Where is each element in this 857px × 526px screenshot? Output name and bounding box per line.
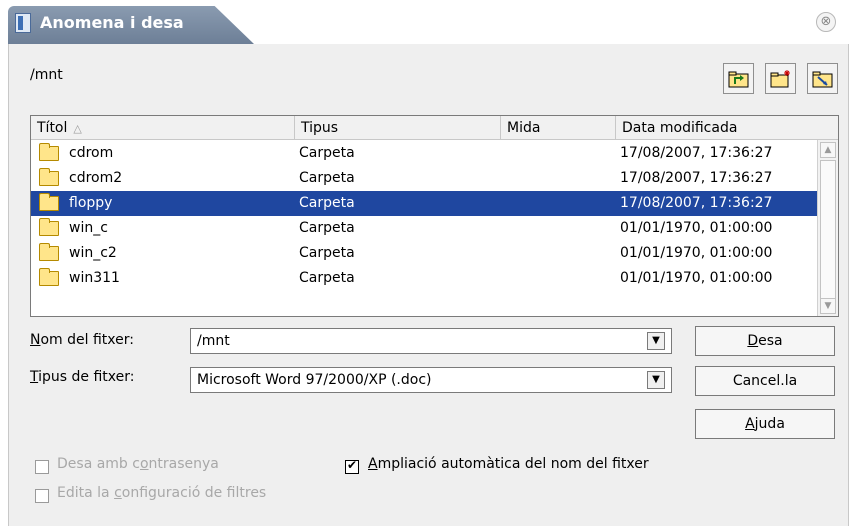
chevron-down-icon[interactable]: ▼ bbox=[647, 332, 665, 350]
filetype-label: Tipus de fitxer: bbox=[30, 369, 135, 385]
vertical-scrollbar[interactable]: ▲ ▼ bbox=[817, 140, 838, 316]
column-header-date[interactable]: Data modificada bbox=[616, 116, 838, 140]
filename-label: Nom del fitxer: bbox=[30, 332, 134, 348]
password-label: Desa amb contrasenya bbox=[57, 456, 219, 472]
table-row[interactable]: win_c Carpeta 01/01/1970, 01:00:00 bbox=[31, 216, 817, 241]
file-date: 01/01/1970, 01:00:00 bbox=[620, 245, 773, 261]
folder-up-icon bbox=[728, 71, 749, 88]
file-name: win_c2 bbox=[69, 245, 117, 261]
folder-icon bbox=[39, 143, 59, 161]
scroll-thumb[interactable] bbox=[820, 160, 836, 300]
help-button[interactable]: Ajuda bbox=[695, 409, 835, 439]
file-type: Carpeta bbox=[299, 245, 355, 261]
file-name: cdrom2 bbox=[69, 170, 123, 186]
folder-default-icon bbox=[812, 71, 833, 88]
file-name: win_c bbox=[69, 220, 108, 236]
folder-icon bbox=[39, 218, 59, 236]
filename-input[interactable]: /mnt bbox=[197, 333, 230, 349]
folder-icon bbox=[39, 243, 59, 261]
file-type: Carpeta bbox=[299, 195, 355, 211]
current-path: /mnt bbox=[30, 67, 63, 83]
file-date: 01/01/1970, 01:00:00 bbox=[620, 270, 773, 286]
auto-extension-checkbox[interactable] bbox=[345, 458, 359, 474]
list-header: Títol △ Tipus Mida Data modificada bbox=[31, 116, 838, 140]
file-date: 17/08/2007, 17:36:27 bbox=[620, 195, 773, 211]
filetype-value: Microsoft Word 97/2000/XP (.doc) bbox=[197, 372, 432, 388]
up-folder-button[interactable] bbox=[723, 63, 754, 94]
table-row[interactable]: cdrom Carpeta 17/08/2007, 17:36:27 bbox=[31, 141, 817, 166]
scroll-down-icon[interactable]: ▼ bbox=[820, 298, 836, 314]
file-date: 17/08/2007, 17:36:27 bbox=[620, 145, 773, 161]
folder-icon bbox=[39, 268, 59, 286]
file-type: Carpeta bbox=[299, 220, 355, 236]
file-list[interactable]: Títol △ Tipus Mida Data modificada cdrom C… bbox=[30, 115, 839, 317]
filter-settings-label: Edita la configuració de filtres bbox=[57, 485, 267, 501]
file-name: cdrom bbox=[69, 145, 114, 161]
column-header-type[interactable]: Tipus bbox=[295, 116, 501, 140]
password-checkbox[interactable] bbox=[35, 460, 49, 474]
folder-icon bbox=[39, 193, 59, 211]
file-type: Carpeta bbox=[299, 170, 355, 186]
filename-combo[interactable]: /mnt ▼ bbox=[190, 328, 672, 354]
new-folder-button[interactable] bbox=[765, 63, 796, 94]
column-header-size[interactable]: Mida bbox=[501, 116, 616, 140]
column-title-label: Títol bbox=[37, 120, 68, 136]
file-name: win311 bbox=[69, 270, 120, 286]
table-row[interactable]: win_c2 Carpeta 01/01/1970, 01:00:00 bbox=[31, 241, 817, 266]
document-icon bbox=[15, 13, 31, 33]
file-type: Carpeta bbox=[299, 270, 355, 286]
save-button[interactable]: Desa bbox=[695, 326, 835, 356]
sort-ascending-icon: △ bbox=[73, 122, 82, 135]
column-header-title[interactable]: Títol △ bbox=[31, 116, 295, 140]
cancel-button[interactable]: Cancel.la bbox=[695, 366, 835, 396]
file-name: floppy bbox=[69, 195, 113, 211]
chevron-down-icon[interactable]: ▼ bbox=[647, 371, 665, 389]
auto-extension-label: Ampliació automàtica del nom del fitxer bbox=[368, 456, 649, 472]
file-type: Carpeta bbox=[299, 145, 355, 161]
filetype-select[interactable]: Microsoft Word 97/2000/XP (.doc) ▼ bbox=[190, 367, 672, 393]
file-date: 17/08/2007, 17:36:27 bbox=[620, 170, 773, 186]
window-title: Anomena i desa bbox=[40, 13, 184, 32]
default-folder-button[interactable] bbox=[807, 63, 838, 94]
scroll-up-icon[interactable]: ▲ bbox=[820, 142, 836, 158]
filter-settings-checkbox[interactable] bbox=[35, 489, 49, 503]
table-row[interactable]: floppy Carpeta 17/08/2007, 17:36:27 bbox=[31, 191, 817, 216]
table-row[interactable]: cdrom2 Carpeta 17/08/2007, 17:36:27 bbox=[31, 166, 817, 191]
new-folder-icon bbox=[770, 70, 790, 88]
title-bar: Anomena i desa ⊗ bbox=[0, 0, 857, 44]
table-row[interactable]: win311 Carpeta 01/01/1970, 01:00:00 bbox=[31, 266, 817, 291]
folder-icon bbox=[39, 168, 59, 186]
close-button[interactable]: ⊗ bbox=[816, 12, 836, 32]
file-date: 01/01/1970, 01:00:00 bbox=[620, 220, 773, 236]
